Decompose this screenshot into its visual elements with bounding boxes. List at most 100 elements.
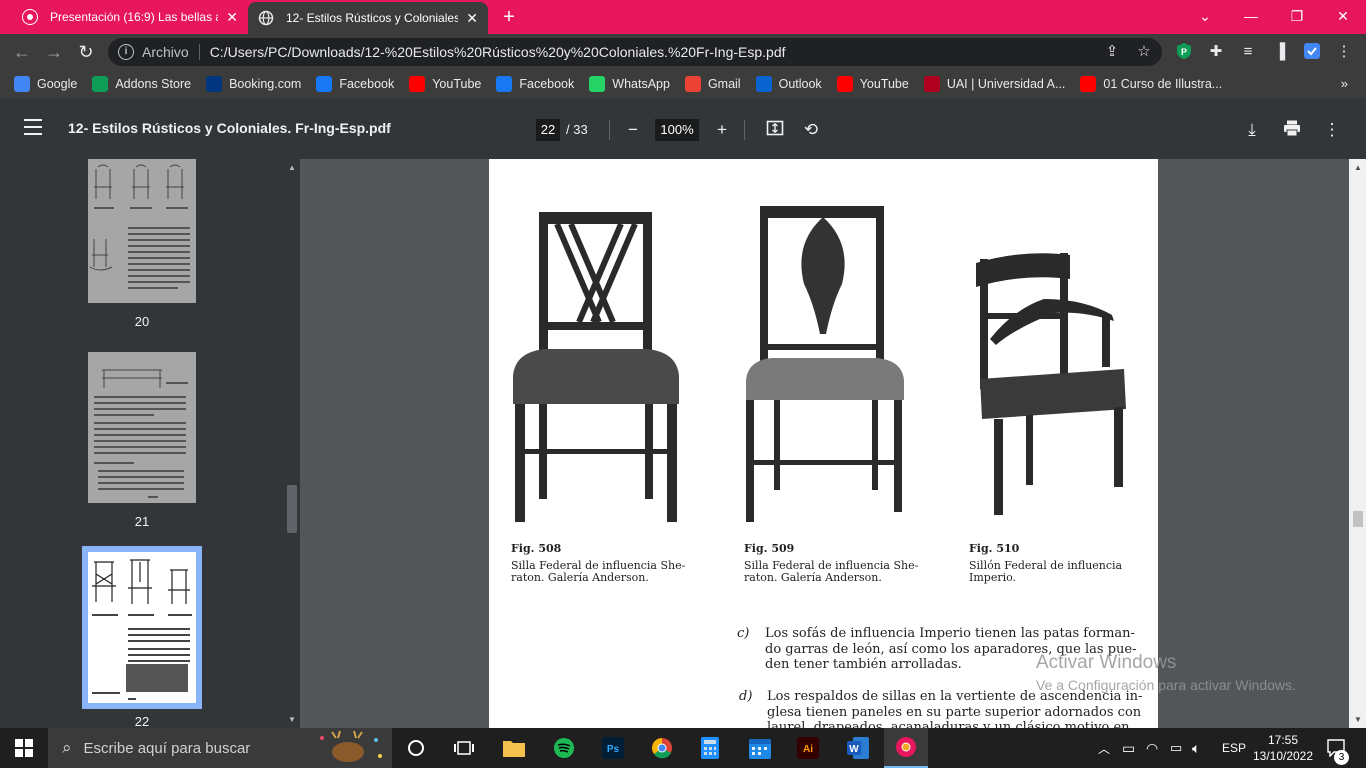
spotify-icon[interactable]	[546, 728, 582, 768]
calendar-icon[interactable]	[742, 728, 778, 768]
zoom-out-button[interactable]: −	[622, 119, 644, 141]
tab-title: 12- Estilos Rústicos y Coloniales.	[286, 11, 459, 25]
scroll-up-arrow-icon[interactable]: ▲	[1354, 163, 1362, 172]
thumbnail-number: 21	[134, 514, 150, 529]
paragraph-line: Los sofás de influencia Imperio tienen l…	[765, 626, 1135, 641]
bookmark-label: UAI | Universidad A...	[946, 77, 1066, 91]
sidebar-scroll-thumb[interactable]	[287, 485, 297, 533]
tab-presentation[interactable]: Presentación (16:9) Las bellas artes ✕	[12, 0, 248, 34]
word-icon[interactable]: W	[840, 728, 876, 768]
scroll-up-arrow-icon[interactable]: ▲	[288, 163, 296, 172]
more-vert-icon[interactable]: ⋮	[1334, 42, 1354, 62]
close-tab-icon[interactable]: ✕	[466, 10, 478, 27]
paragraph-d: d) Los respaldos de sillas en la vertien…	[739, 689, 1147, 728]
extension-p-icon[interactable]: P	[1174, 42, 1194, 62]
windows-start-icon[interactable]	[0, 728, 48, 768]
url-text[interactable]: C:/Users/PC/Downloads/12-%20Estilos%20Rú…	[210, 44, 786, 60]
sidebar-scrollbar[interactable]	[284, 159, 300, 728]
tab-strip: Presentación (16:9) Las bellas artes ✕ 1…	[0, 0, 1366, 34]
media-icon[interactable]: ≡	[1238, 42, 1258, 62]
reload-button[interactable]: ↻	[74, 40, 98, 64]
bookmark-item[interactable]: Outlook	[755, 76, 822, 92]
globe-icon	[258, 10, 274, 26]
restore-button[interactable]: ❐	[1274, 0, 1320, 32]
pdf-viewer[interactable]: Fig. 508 Silla Federal de influencia She…	[300, 159, 1349, 728]
side-panel-icon[interactable]: ▐	[1270, 42, 1290, 62]
scroll-down-arrow-icon[interactable]: ▼	[1354, 715, 1362, 724]
download-icon[interactable]: ⤓	[1241, 119, 1263, 141]
bookmark-label: WhatsApp	[612, 77, 670, 91]
bookmark-item[interactable]: 01 Curso de Illustra...	[1080, 76, 1222, 92]
wifi-icon[interactable]: ◠	[1146, 728, 1158, 768]
clock[interactable]: 17:55 13/10/2022	[1252, 728, 1314, 768]
language-indicator[interactable]: ESP	[1222, 728, 1246, 768]
file-explorer-icon[interactable]	[496, 728, 532, 768]
bookmarks-more-button[interactable]: »	[1341, 76, 1348, 91]
bookmark-item[interactable]: Facebook	[496, 76, 574, 92]
close-window-button[interactable]: ✕	[1320, 0, 1366, 32]
page-number-input[interactable]: 22	[536, 119, 560, 141]
viewer-scroll-thumb[interactable]	[1353, 511, 1363, 527]
photoshop-icon[interactable]: Ps	[595, 728, 631, 768]
svg-text:Ai: Ai	[803, 744, 813, 755]
bookmark-item[interactable]: Google	[14, 76, 77, 92]
star-icon[interactable]: ☆	[1134, 42, 1154, 62]
pdf-page: Fig. 508 Silla Federal de influencia She…	[489, 159, 1158, 728]
zoom-in-button[interactable]: +	[711, 119, 733, 141]
bookmark-item[interactable]: Facebook	[316, 76, 394, 92]
volume-icon[interactable]: 🔈︎	[1192, 728, 1200, 768]
rotate-icon[interactable]: ⟲	[800, 119, 822, 141]
taskbar-search-box[interactable]: ⌕ Escribe aquí para buscar	[48, 728, 392, 768]
cortana-icon[interactable]	[398, 728, 434, 768]
menu-icon[interactable]	[24, 119, 42, 139]
profile-check-icon[interactable]	[1302, 42, 1322, 62]
info-icon[interactable]: i	[118, 44, 134, 60]
figure-text: Sillón Federal de influencia Imperio.	[969, 559, 1123, 584]
zoom-input[interactable]: 100%	[655, 119, 699, 141]
battery-icon[interactable]: ▭	[1170, 728, 1182, 768]
tray-chevron-up-icon[interactable]: ︿	[1098, 728, 1110, 768]
page-thumbnail-20[interactable]	[88, 159, 196, 303]
tray-device-icon[interactable]: ▭	[1122, 728, 1135, 768]
page-thumbnail-22[interactable]	[88, 552, 196, 703]
new-tab-button[interactable]: +	[498, 6, 520, 28]
more-vert-icon[interactable]: ⋮	[1321, 119, 1343, 141]
tab-pdf[interactable]: 12- Estilos Rústicos y Coloniales. ✕	[248, 2, 488, 34]
share-icon[interactable]: ⇪	[1102, 42, 1122, 62]
viewer-scrollbar[interactable]: ▲ ▼	[1349, 159, 1366, 728]
bookmark-item[interactable]: YouTube	[836, 76, 909, 92]
outlook-icon	[755, 76, 772, 92]
bookmark-item[interactable]: Gmail	[684, 76, 741, 92]
page-thumbnail-21[interactable]	[88, 352, 196, 503]
chevron-down-icon[interactable]: ⌄	[1182, 0, 1228, 32]
activation-watermark-title: Activar Windows	[1036, 652, 1177, 673]
bookmark-label: YouTube	[859, 77, 909, 91]
back-button[interactable]: ←	[10, 40, 34, 64]
whatsapp-icon	[589, 76, 606, 92]
paragraph-line: laurel, drapeados, acanaladuras y un clá…	[767, 720, 1130, 728]
gmail-icon	[684, 76, 701, 92]
bookmark-item[interactable]: Addons Store	[92, 76, 191, 92]
forward-button[interactable]: →	[42, 40, 66, 64]
bookmark-item[interactable]: WhatsApp	[589, 76, 670, 92]
bookmark-item[interactable]: YouTube	[409, 76, 481, 92]
print-icon[interactable]	[1281, 119, 1303, 141]
task-view-icon[interactable]	[446, 728, 482, 768]
search-placeholder: Escribe aquí para buscar	[83, 739, 251, 757]
chrome-canary-icon[interactable]	[884, 728, 928, 768]
address-bar[interactable]: i Archivo C:/Users/PC/Downloads/12-%20Es…	[108, 38, 1162, 66]
illustrator-icon[interactable]: Ai	[790, 728, 826, 768]
bookmarks-bar: Google Addons Store Booking.com Facebook You…	[0, 70, 1366, 98]
close-tab-icon[interactable]: ✕	[226, 9, 238, 26]
thumbnail-number: 22	[134, 714, 150, 728]
puzzle-icon[interactable]: ✚	[1206, 42, 1226, 62]
youtube-icon	[836, 76, 853, 92]
bookmark-item[interactable]: UAI | Universidad A...	[923, 76, 1066, 92]
youtube-icon	[409, 76, 426, 92]
minimize-button[interactable]: —	[1228, 0, 1274, 32]
fit-page-icon[interactable]	[764, 119, 786, 141]
chrome-icon[interactable]	[644, 728, 680, 768]
bookmark-item[interactable]: Booking.com	[206, 76, 301, 92]
calculator-icon[interactable]	[692, 728, 728, 768]
scroll-down-arrow-icon[interactable]: ▼	[288, 715, 296, 724]
